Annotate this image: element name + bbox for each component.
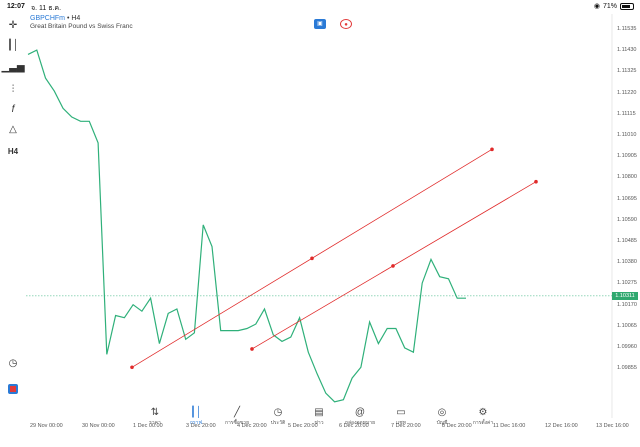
- trendline-1-handle-2[interactable]: [310, 256, 314, 261]
- price-line: [27, 49, 466, 403]
- nav-label: บัญชี: [436, 420, 448, 426]
- trendline-2-handle-2[interactable]: [391, 264, 395, 268]
- price-axis: 1.11535 1.11430 1.11325 1.11220 1.11115 1.110…: [612, 14, 640, 418]
- trendline-2-handle-1[interactable]: [250, 347, 254, 351]
- trendline-2-handle-3[interactable]: [534, 179, 538, 184]
- price-tick-label: 1.10065: [617, 322, 637, 329]
- settings-icon: ⚙: [478, 407, 488, 418]
- price-tick-label: 1.10485: [617, 238, 637, 244]
- price-tick-label: 1.10275: [617, 280, 637, 287]
- history-icon: ◷: [273, 407, 283, 418]
- price-tick-label: 1.10380: [617, 259, 637, 266]
- current-price-label: 1.10311: [612, 291, 638, 300]
- price-tick-label: 1.09960: [617, 344, 637, 350]
- price-tick-label: 1.10695: [617, 195, 637, 202]
- trade-icon: ╱: [233, 407, 241, 418]
- trendline-1-handle-3[interactable]: [490, 147, 494, 152]
- news-icon: ▤: [314, 407, 324, 418]
- nav-label: กราฟ: [189, 420, 203, 426]
- nav-item-mailbox[interactable]: @ กล่องจดหมาย: [340, 407, 380, 427]
- nav-item-chart[interactable]: ┃│ กราฟ: [176, 407, 216, 427]
- time-tick-label: 29 Nov 00:00: [30, 423, 63, 429]
- chat-icon: ▭: [396, 407, 406, 418]
- price-tick-label: 1.11010: [617, 132, 637, 138]
- nav-item-trade[interactable]: ╱ การซื้อขาย: [217, 407, 257, 427]
- nav-item-history[interactable]: ◷ ประวัติ: [258, 407, 298, 427]
- nav-item-settings[interactable]: ⚙ การตั้งค่า: [463, 407, 503, 427]
- price-tick-label: 1.09855: [617, 365, 637, 372]
- time-tick-label: 12 Dec 16:00: [545, 423, 578, 429]
- mailbox-icon: @: [354, 407, 366, 418]
- trendline-1-handle-1[interactable]: [130, 365, 134, 370]
- account-icon: ◎: [437, 407, 447, 418]
- nav-item-account[interactable]: ◎ บัญชี: [422, 407, 462, 427]
- bottom-navigation: ⇅ ราคา ┃│ กราฟ ╱ การซื้อขาย ◷ ประวัติ ▤ ข่าว @ กล่อ…: [0, 407, 640, 447]
- nav-label: ราคา: [149, 420, 161, 426]
- price-tick-label: 1.11220: [617, 89, 637, 96]
- price-chart[interactable]: [0, 0, 640, 447]
- nav-item-news[interactable]: ▤ ข่าว: [299, 407, 339, 427]
- price-tick-label: 1.11430: [617, 47, 637, 54]
- time-tick-label: 13 Dec 16:00: [596, 423, 629, 429]
- quotes-icon: ⇅: [150, 407, 160, 418]
- price-tick-label: 1.10170: [617, 301, 637, 308]
- price-tick-label: 1.10800: [617, 174, 637, 181]
- nav-label: กล่องจดหมาย: [344, 420, 376, 426]
- price-tick-label: 1.11325: [617, 68, 637, 75]
- nav-label: ประวัติ: [270, 420, 286, 426]
- nav-label: การซื้อขาย: [224, 420, 250, 426]
- nav-item-quotes[interactable]: ⇅ ราคา: [135, 407, 175, 427]
- price-tick-label: 1.10590: [617, 216, 637, 223]
- price-tick-label: 1.11115: [617, 110, 636, 117]
- time-tick-label: 30 Nov 00:00: [82, 423, 115, 429]
- nav-label: ข่าว: [314, 420, 324, 426]
- nav-item-chat[interactable]: ▭ แชท: [381, 407, 421, 427]
- nav-label: แชท: [396, 420, 406, 426]
- price-tick-label: 1.11535: [617, 26, 637, 32]
- price-tick-label: 1.10905: [617, 153, 637, 160]
- nav-label: การตั้งค่า: [472, 420, 494, 426]
- chart-icon: ┃│: [189, 407, 203, 418]
